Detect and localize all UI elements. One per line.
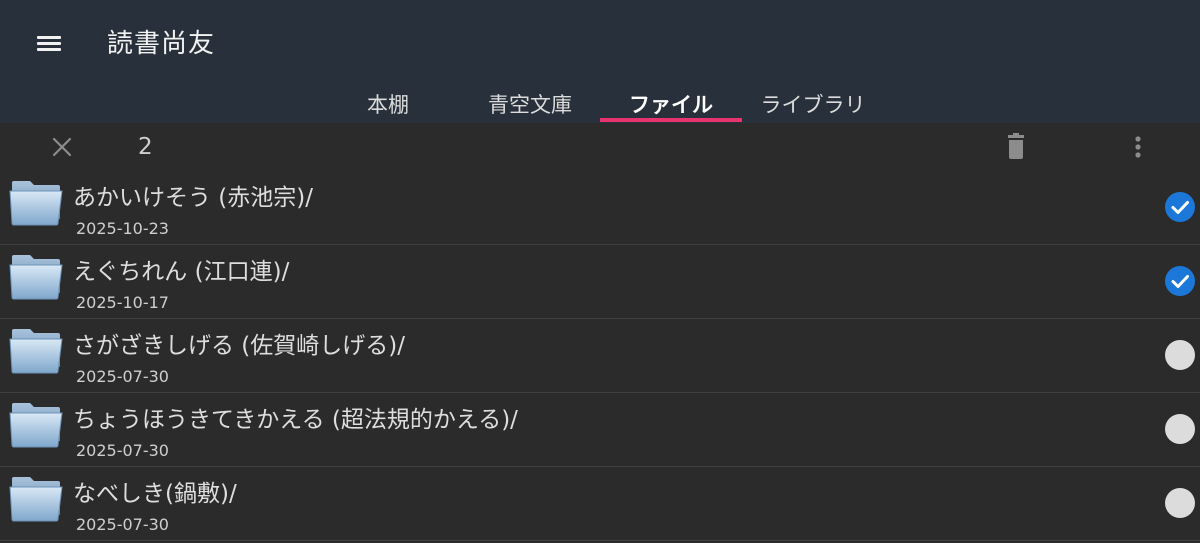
tab-bookshelf[interactable]: 本棚 bbox=[352, 84, 424, 123]
tab-aozora-bunko[interactable]: 青空文庫 bbox=[478, 84, 582, 123]
file-name: ちょうほうきてきかえる (超法規的かえる)/ bbox=[73, 407, 518, 433]
file-date: 2025-10-17 bbox=[76, 293, 169, 312]
list-item[interactable]: なべしき(鍋敷)/ 2025-07-30 bbox=[0, 467, 1200, 541]
folder-icon bbox=[9, 181, 63, 226]
active-tab-indicator bbox=[600, 118, 742, 122]
hamburger-menu-icon[interactable] bbox=[34, 30, 64, 58]
more-vert-icon[interactable] bbox=[1126, 133, 1150, 161]
file-name: あかいけそう (赤池宗)/ bbox=[73, 185, 314, 211]
file-date: 2025-07-30 bbox=[76, 515, 169, 534]
folder-icon bbox=[9, 403, 63, 448]
folder-icon bbox=[9, 329, 63, 374]
selection-action-bar: 2 bbox=[0, 123, 1200, 171]
empty-circle-icon[interactable] bbox=[1165, 488, 1195, 518]
tab-library[interactable]: ライブラリ bbox=[752, 84, 874, 123]
list-item[interactable]: ちょうほうきてきかえる (超法規的かえる)/ 2025-07-30 bbox=[0, 393, 1200, 467]
file-name: なべしき(鍋敷)/ bbox=[73, 481, 237, 507]
folder-icon bbox=[9, 255, 63, 300]
check-circle-icon[interactable] bbox=[1165, 266, 1195, 296]
file-name: さがざきしげる (佐賀崎しげる)/ bbox=[73, 333, 406, 359]
empty-circle-icon[interactable] bbox=[1165, 340, 1195, 370]
app-bar: 読書尚友 本棚 青空文庫 ファイル ライブラリ bbox=[0, 0, 1200, 123]
list-item[interactable]: あかいけそう (赤池宗)/ 2025-10-23 bbox=[0, 171, 1200, 245]
trash-icon[interactable] bbox=[1004, 133, 1028, 161]
file-date: 2025-10-23 bbox=[76, 219, 169, 238]
check-circle-icon[interactable] bbox=[1165, 192, 1195, 222]
selection-count: 2 bbox=[138, 134, 153, 160]
list-item[interactable]: えぐちれん (江口連)/ 2025-10-17 bbox=[0, 245, 1200, 319]
file-name: えぐちれん (江口連)/ bbox=[73, 259, 290, 285]
file-date: 2025-07-30 bbox=[76, 367, 169, 386]
folder-icon bbox=[9, 477, 63, 522]
divider bbox=[0, 540, 1200, 541]
file-list: あかいけそう (赤池宗)/ 2025-10-23 えぐちれん (江口連)/ 20… bbox=[0, 171, 1200, 543]
file-date: 2025-07-30 bbox=[76, 441, 169, 460]
close-icon[interactable] bbox=[50, 135, 74, 159]
empty-circle-icon[interactable] bbox=[1165, 414, 1195, 444]
list-item[interactable]: さがざきしげる (佐賀崎しげる)/ 2025-07-30 bbox=[0, 319, 1200, 393]
app-title: 読書尚友 bbox=[107, 29, 216, 59]
